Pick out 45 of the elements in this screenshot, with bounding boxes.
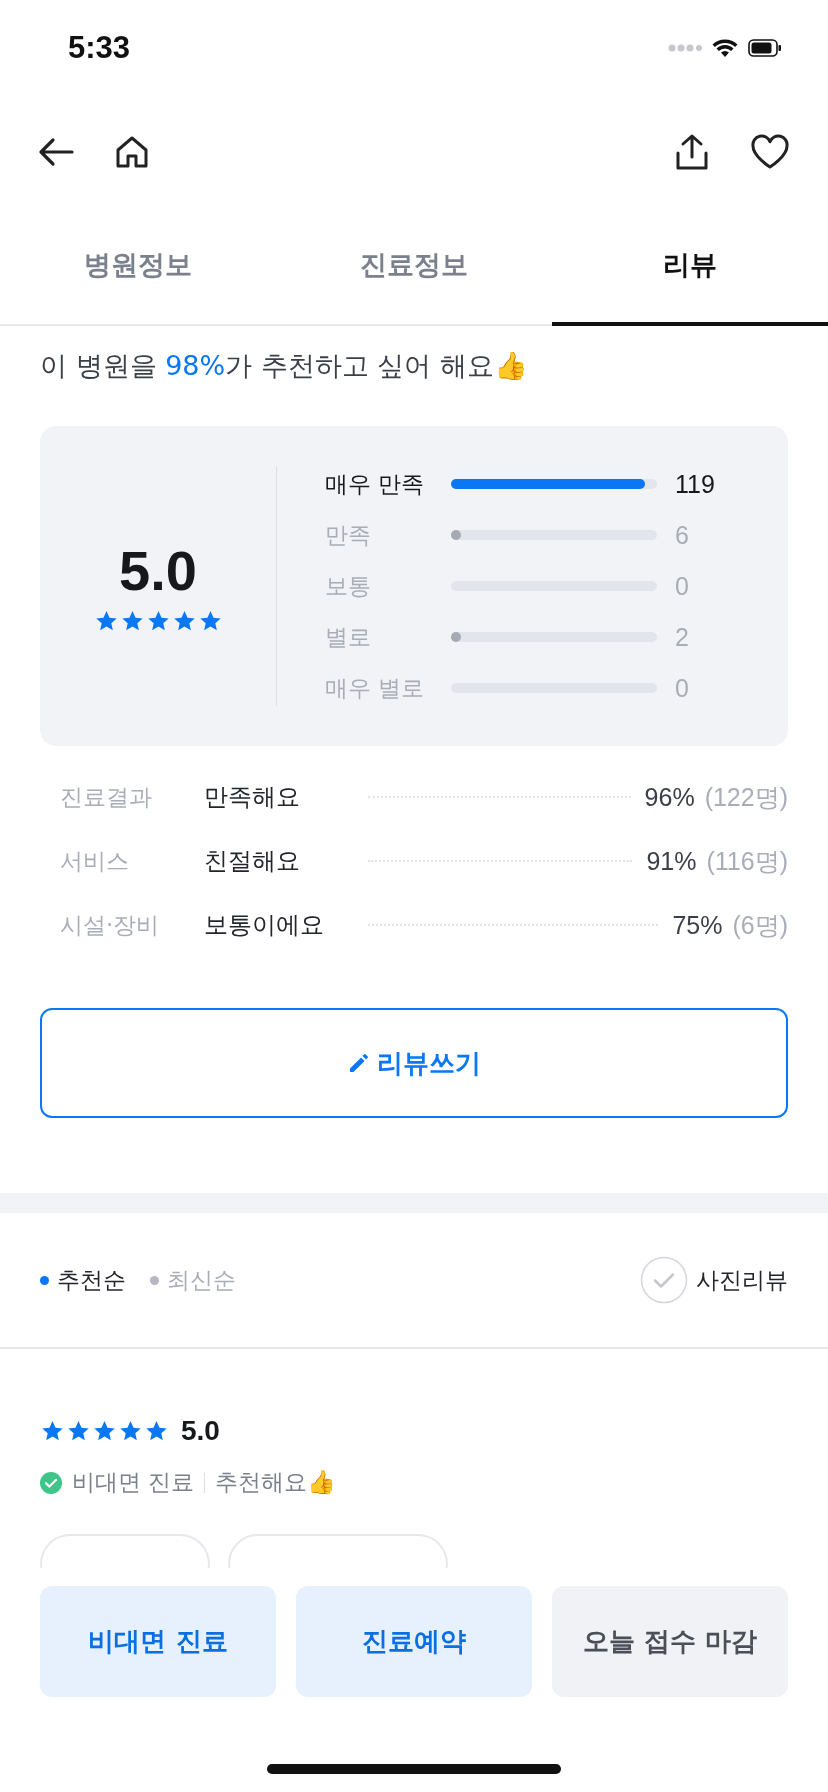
share-icon[interactable] xyxy=(674,133,710,171)
recommendation-headline: 이 병원을 98%가 추천하고 싶어 해요👍 xyxy=(40,349,529,383)
photo-review-toggle[interactable]: 사진리뷰 xyxy=(640,1256,788,1304)
heart-icon[interactable] xyxy=(750,134,790,170)
rating-label: 만족 xyxy=(325,520,372,550)
attribute-answer: 친절해요 xyxy=(204,846,301,877)
tab[interactable]: 진료정보 xyxy=(276,208,552,326)
pencil-icon xyxy=(347,1051,371,1075)
rating-count: 2 xyxy=(675,622,689,652)
attribute-count: (122명) xyxy=(704,781,788,813)
write-review-button[interactable]: 리뷰쓰기 xyxy=(40,1008,788,1118)
rating-count: 0 xyxy=(675,571,689,601)
wifi-icon xyxy=(712,38,738,58)
review-recommendation: 추천해요👍 xyxy=(215,1468,337,1497)
attribute-percent: 75% xyxy=(672,910,723,940)
attribute-percent: 91% xyxy=(646,846,697,876)
bottom-action-button[interactable]: 비대면 진료 xyxy=(40,1586,276,1697)
home-icon[interactable] xyxy=(114,134,150,170)
rating-label: 별로 xyxy=(325,622,372,652)
sort-option[interactable]: 추천순 xyxy=(40,1264,126,1296)
battery-icon xyxy=(748,39,782,57)
attribute-percent: 96% xyxy=(644,782,695,812)
back-icon[interactable] xyxy=(38,137,74,167)
status-time: 5:33 xyxy=(68,30,131,66)
attribute-category: 진료결과 xyxy=(60,782,153,812)
visit-type: 비대면 진료 xyxy=(72,1468,195,1497)
rating-label: 매우 별로 xyxy=(325,673,426,703)
rating-count: 0 xyxy=(675,673,689,703)
tab[interactable]: 병원정보 xyxy=(0,208,276,326)
sort-option[interactable]: 최신순 xyxy=(150,1264,236,1296)
attribute-answer: 보통이에요 xyxy=(204,910,325,941)
rating-count: 6 xyxy=(675,520,689,550)
attribute-category: 시설·장비 xyxy=(60,910,161,940)
attribute-category: 서비스 xyxy=(60,846,130,876)
rating-label: 보통 xyxy=(325,571,372,601)
attribute-answer: 만족해요 xyxy=(204,782,301,813)
attribute-count: (6명) xyxy=(732,909,788,941)
review-score: 5.0 xyxy=(181,1415,220,1447)
bottom-action-button[interactable]: 진료예약 xyxy=(296,1586,532,1697)
average-score: 5.0 xyxy=(119,538,197,603)
signal-icon xyxy=(668,43,702,53)
rating-label: 매우 만족 xyxy=(325,469,426,499)
tab[interactable]: 리뷰 xyxy=(552,208,828,326)
attribute-count: (116명) xyxy=(706,845,788,877)
rating-count: 119 xyxy=(675,469,715,499)
